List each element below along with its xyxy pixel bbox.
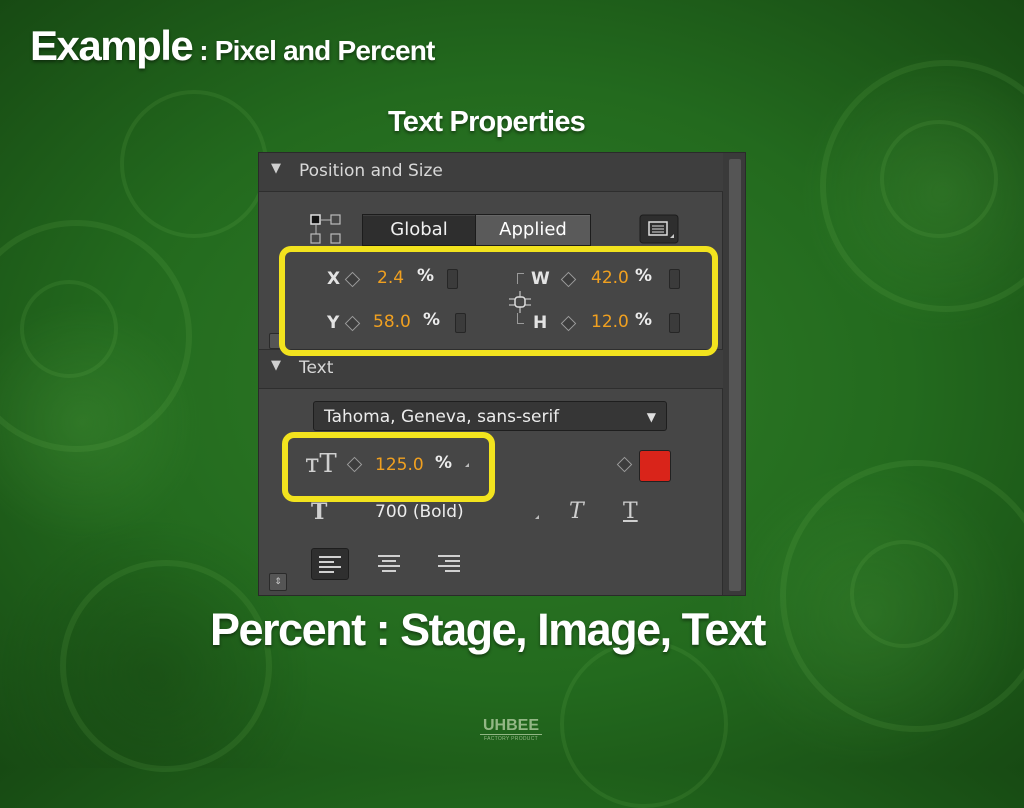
panel-menu-icon[interactable] [639,214,679,244]
scrollbar-thumb[interactable] [729,159,741,591]
position-highlight-box [279,246,718,356]
font-family-select[interactable]: Tahoma, Geneva, sans-serif ▼ [313,401,667,431]
font-weight-value[interactable]: 700 (Bold) [375,502,464,522]
anchor-grid-icon[interactable] [309,213,343,245]
align-right-button[interactable] [431,548,467,578]
background-swirl [60,560,272,772]
uhbee-logo: UHBEE FACTORY PRODUCT [480,718,542,743]
text-color-swatch[interactable] [639,450,671,482]
slide-title-suffix: : Pixel and Percent [192,35,435,66]
slide-title-main: Example [30,22,194,69]
bottom-expand-handle[interactable]: ⇕ [269,573,287,591]
font-family-value: Tahoma, Geneva, sans-serif [324,407,560,427]
global-button[interactable]: Global [362,214,476,246]
text-properties-panel: ▼ Position and Size Global Applied X 2.4… [258,152,746,596]
logo-sub-text: FACTORY PRODUCT [484,736,538,742]
applied-button[interactable]: Applied [475,214,591,246]
font-size-highlight-box [282,432,495,502]
background-swirl [560,640,728,808]
slide-caption: Percent : Stage, Image, Text [210,604,766,655]
collapse-arrow-icon[interactable]: ▼ [271,161,281,176]
position-size-label: Position and Size [299,161,443,181]
background-swirl [20,280,118,378]
background-swirl [120,90,268,238]
logo-main-text: UHBEE [480,718,542,735]
font-weight-icon: T [311,499,328,525]
align-left-button[interactable] [311,548,349,580]
position-size-header[interactable]: ▼ Position and Size [259,153,723,192]
color-keyframe-diamond-icon[interactable] [616,456,633,473]
slide-title: Example : Pixel and Percent [30,22,435,70]
background-swirl [880,120,998,238]
text-section-label: Text [299,358,334,378]
italic-icon[interactable]: T [569,499,584,524]
background-swirl [850,540,958,648]
underline-icon[interactable]: T [623,499,638,524]
weight-menu-triangle-icon[interactable] [535,515,539,519]
slide-subtitle: Text Properties [388,106,586,138]
collapse-arrow-icon[interactable]: ▼ [271,358,281,373]
chevron-down-icon: ▼ [646,410,656,424]
panel-scrollbar[interactable] [722,153,745,595]
align-center-button[interactable] [371,548,407,578]
